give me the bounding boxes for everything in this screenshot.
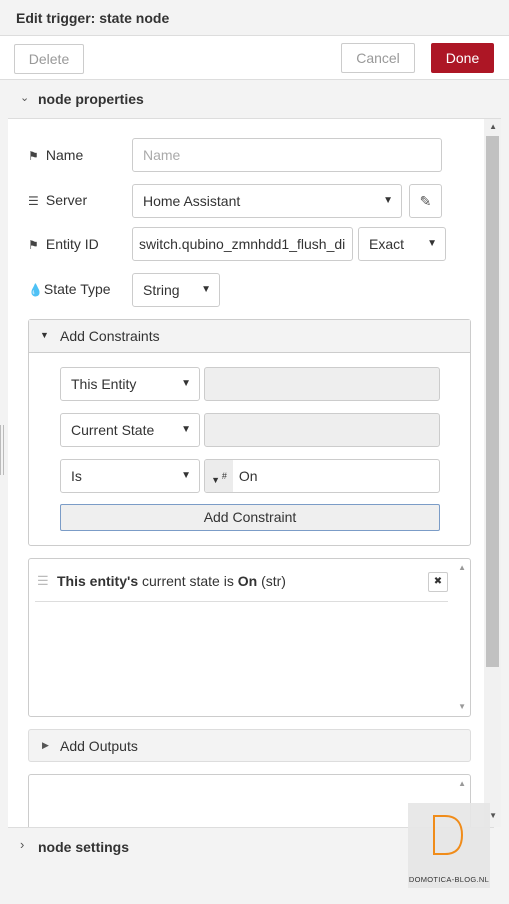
outputs-list: ▲	[28, 774, 471, 827]
tag-icon: ⚑	[28, 238, 39, 252]
server-select[interactable]: Home Assistant ▼	[132, 184, 402, 218]
scrollbar-thumb[interactable]	[486, 136, 499, 667]
resize-handle[interactable]	[0, 425, 4, 475]
properties-panel: ⚑ Name Name ☰ Server Home Assistant ▼ ✎ …	[8, 118, 501, 827]
server-label: ☰ Server	[28, 192, 88, 208]
constraints-panel: ▼ Add Constraints This Entity ▼ Current …	[28, 319, 471, 546]
cancel-button[interactable]: Cancel	[341, 43, 415, 73]
comparator-select[interactable]: Is ▼	[60, 459, 200, 493]
constraint-text: This entity's current state is On (str)	[57, 573, 286, 589]
compare-value-input[interactable]: ▼ # On	[204, 459, 440, 493]
caret-down-icon: ▼	[40, 330, 49, 340]
scrollbar[interactable]: ▲ ▼	[484, 119, 501, 827]
state-type-select[interactable]: String ▼	[132, 273, 220, 307]
entity-match-select[interactable]: Exact ▼	[358, 227, 446, 261]
chevron-right-icon: ›	[20, 837, 25, 852]
caret-down-icon: ▼	[383, 195, 393, 206]
logo-d-mark	[433, 815, 464, 855]
scroll-down-icon[interactable]: ▼	[458, 702, 466, 711]
list-item[interactable]: ☰ This entity's current state is On (str…	[35, 569, 448, 602]
pencil-icon: ✎	[419, 193, 432, 209]
state-type-label: 💧 State Type	[28, 281, 111, 297]
edit-server-button[interactable]: ✎	[409, 184, 442, 218]
add-constraint-button[interactable]: Add Constraint	[60, 504, 440, 531]
chevron-down-icon: ⌄	[20, 92, 30, 104]
watermark-text: DOMOTICA-BLOG.NL	[408, 875, 490, 884]
tint-icon: 💧	[28, 283, 43, 297]
caret-down-icon: ▼	[427, 238, 437, 249]
node-settings-label: node settings	[38, 839, 130, 855]
node-properties-section[interactable]: ⌄ node properties	[8, 80, 494, 118]
remove-constraint-button[interactable]: ✖	[428, 572, 448, 592]
entity-id-label: ⚑ Entity ID	[28, 236, 99, 252]
watermark-logo: DOMOTICA-BLOG.NL	[408, 803, 490, 888]
outputs-header[interactable]: ▶ Add Outputs	[28, 729, 471, 762]
server-icon: ☰	[28, 194, 39, 208]
caret-down-icon: ▼	[181, 424, 191, 435]
name-input[interactable]: Name	[132, 138, 442, 172]
name-label: ⚑ Name	[28, 147, 84, 163]
dialog-title: Edit trigger: state node	[0, 0, 509, 36]
caret-down-icon: ▼	[181, 470, 191, 481]
done-button[interactable]: Done	[431, 43, 494, 73]
property-value-input[interactable]	[204, 413, 440, 447]
scroll-up-icon[interactable]: ▲	[489, 122, 497, 131]
scroll-down-icon[interactable]: ▼	[489, 811, 497, 820]
entity-id-input[interactable]: switch.qubino_zmnhdd1_flush_di	[132, 227, 353, 261]
target-type-select[interactable]: This Entity ▼	[60, 367, 200, 401]
target-value-input[interactable]	[204, 367, 440, 401]
scroll-up-icon[interactable]: ▲	[458, 563, 466, 572]
caret-down-icon: ▼	[201, 284, 211, 295]
caret-down-icon: ▼	[181, 378, 191, 389]
tag-icon: ⚑	[28, 149, 39, 163]
caret-right-icon: ▶	[42, 740, 49, 750]
node-properties-label: node properties	[38, 91, 144, 107]
drag-handle-icon[interactable]: ☰	[37, 573, 49, 589]
property-type-select[interactable]: Current State ▼	[60, 413, 200, 447]
constraints-header[interactable]: ▼ Add Constraints	[29, 320, 470, 353]
toolbar: Delete Cancel Done	[0, 36, 509, 80]
constraint-list: ☰ This entity's current state is On (str…	[28, 558, 471, 717]
scroll-up-icon[interactable]: ▲	[458, 779, 466, 788]
type-select-caret-icon[interactable]: ▼ #	[205, 460, 233, 492]
delete-button[interactable]: Delete	[14, 44, 84, 74]
